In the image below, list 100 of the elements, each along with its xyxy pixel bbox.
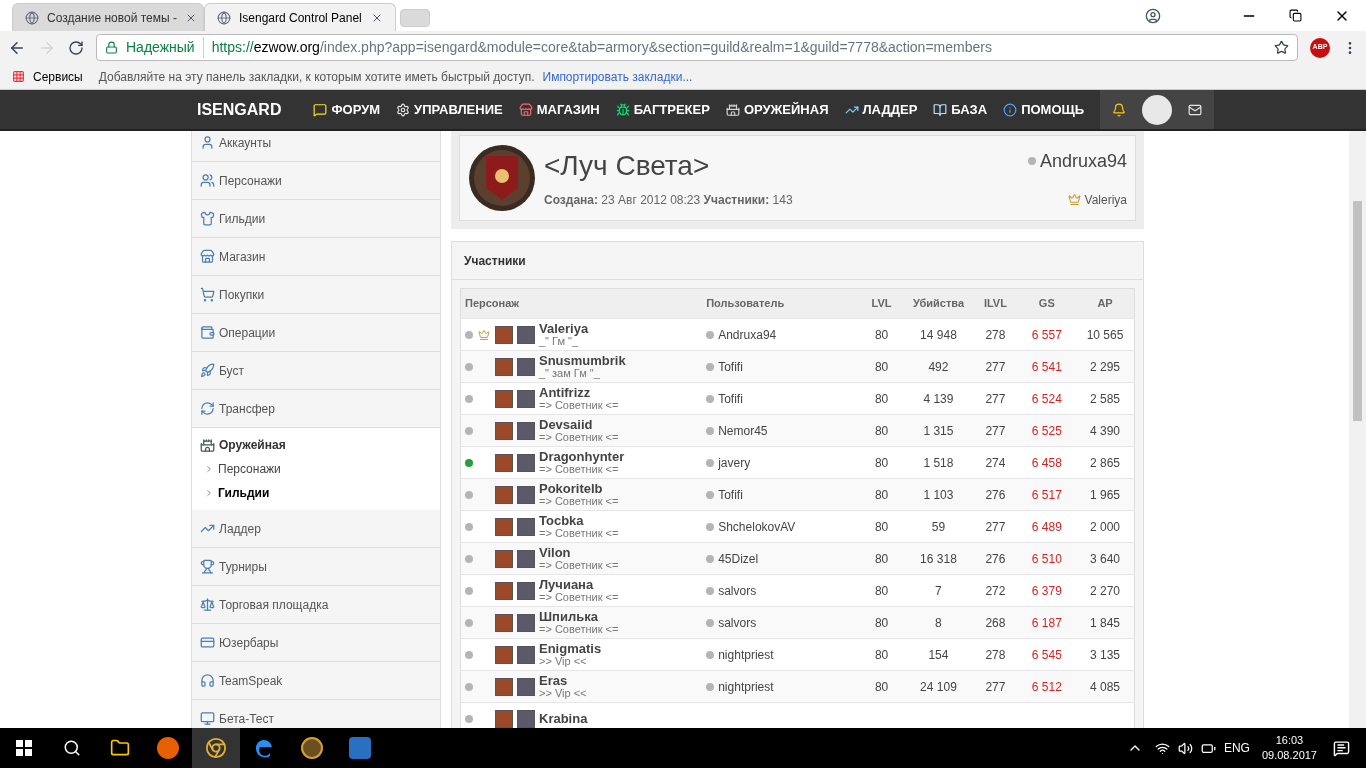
- user-name[interactable]: nightpriest: [718, 645, 774, 664]
- nav-link[interactable]: ПОМОЩЬ: [1003, 99, 1085, 120]
- guild-owner[interactable]: Andruxa94: [1039, 147, 1127, 175]
- reload-icon[interactable]: [68, 39, 84, 56]
- table-cell: 6 489: [1031, 519, 1062, 534]
- sidebar-item[interactable]: Покупки: [191, 276, 441, 314]
- column-header[interactable]: LVL: [859, 288, 904, 319]
- table-cell: 6 187: [1031, 615, 1062, 630]
- sidebar-subitem[interactable]: Персонажи: [200, 460, 432, 478]
- sidebar-item[interactable]: Буст: [191, 352, 441, 390]
- sidebar-item[interactable]: Аккаунты: [191, 131, 441, 162]
- guild-rank: >> Vip <<: [539, 654, 587, 668]
- browser-tab[interactable]: Создание новой темы -: [12, 3, 204, 31]
- import-bookmarks-link[interactable]: Импортировать закладки...: [542, 67, 693, 86]
- character-name[interactable]: Krabina: [539, 712, 588, 725]
- character-name[interactable]: Enigmatis: [539, 641, 602, 655]
- card-icon: [200, 635, 215, 650]
- column-header[interactable]: Персонаж: [460, 288, 703, 319]
- gear-icon: [396, 102, 411, 117]
- character-name[interactable]: Pokoritelb: [539, 481, 619, 495]
- browser-tab[interactable]: Isengard Control Panel: [204, 3, 396, 31]
- bell-icon[interactable]: [1112, 102, 1127, 117]
- nav-link[interactable]: БАГТРЕКЕР: [615, 99, 710, 120]
- chrome-icon[interactable]: [192, 728, 240, 768]
- character-name[interactable]: Шпилька: [539, 609, 619, 623]
- table-cell: 2 585: [1090, 391, 1121, 406]
- table-cell: 278: [985, 647, 1006, 662]
- sidebar-item[interactable]: TeamSpeak: [191, 662, 441, 700]
- scrollbar[interactable]: [1349, 131, 1366, 728]
- sidebar-item[interactable]: Гильдии: [191, 200, 441, 238]
- character-name[interactable]: Devsaiid: [539, 417, 619, 431]
- wifi-icon[interactable]: [1154, 740, 1170, 756]
- castle-icon: [725, 102, 740, 117]
- user-name[interactable]: nightpriest: [718, 677, 774, 696]
- character-name[interactable]: Antifrizz: [539, 385, 619, 399]
- guild-leader[interactable]: Valeriya: [1084, 190, 1127, 209]
- table-cell: 2 295: [1090, 359, 1121, 374]
- column-header[interactable]: GS: [1017, 288, 1077, 319]
- table-cell: 6 517: [1031, 487, 1062, 502]
- user-name[interactable]: Tofifi: [718, 485, 743, 504]
- column-header[interactable]: Убийства: [903, 288, 974, 319]
- user-name[interactable]: Tofifi: [718, 357, 743, 376]
- nav-link[interactable]: ЛАДДЕР: [844, 99, 918, 120]
- user-name[interactable]: 45Dizel: [718, 549, 759, 568]
- user-name[interactable]: Tofifi: [718, 389, 743, 408]
- sidebar-item[interactable]: Бета-Тест: [191, 700, 441, 728]
- nav-link[interactable]: УПРАВЛЕНИЕ: [396, 99, 503, 120]
- sidebar-item[interactable]: Магазин: [191, 238, 441, 276]
- user-name[interactable]: Andruxa94: [718, 325, 777, 344]
- clock-time[interactable]: 16:03: [1275, 733, 1304, 748]
- character-name[interactable]: Eras: [539, 673, 587, 687]
- sidebar-item[interactable]: Операции: [191, 314, 441, 352]
- chevron-icon: [204, 464, 214, 474]
- user-name[interactable]: salvors: [718, 581, 757, 600]
- bug-icon: [615, 102, 630, 117]
- lock-icon: [105, 41, 118, 54]
- table-cell: 80: [874, 423, 889, 438]
- character-name[interactable]: Vilon: [539, 545, 619, 559]
- sidebar-item[interactable]: Турниры: [191, 548, 441, 586]
- sidebar-item[interactable]: Юзербары: [191, 624, 441, 662]
- sidebar-item[interactable]: Персонажи: [191, 162, 441, 200]
- bookmark-star-icon[interactable]: [1274, 40, 1289, 55]
- nav-link[interactable]: МАГАЗИН: [518, 99, 600, 120]
- sidebar-item[interactable]: Трансфер: [191, 390, 441, 428]
- user-name[interactable]: javery: [718, 453, 751, 472]
- column-header[interactable]: Пользователь: [702, 288, 860, 319]
- clock-date[interactable]: 09.08.2017: [1261, 748, 1317, 763]
- apps-link[interactable]: Сервисы: [33, 67, 83, 86]
- character-name[interactable]: Dragonhynter: [539, 449, 625, 463]
- notifications-icon[interactable]: [1333, 739, 1350, 757]
- mail-icon[interactable]: [1188, 102, 1203, 117]
- shirt-icon: [200, 211, 215, 226]
- site-logo[interactable]: ISENGARD: [197, 97, 282, 122]
- character-name[interactable]: Valeriya: [539, 321, 589, 335]
- character-name[interactable]: Лучиана: [539, 577, 619, 591]
- sidebar-item[interactable]: Торговая площадка: [191, 586, 441, 624]
- character-name[interactable]: Tocbka: [539, 513, 619, 527]
- apps-grid-icon[interactable]: [12, 70, 25, 83]
- sidebar-item[interactable]: Оружейная Персонажи Гильдии: [191, 428, 441, 510]
- nav-link[interactable]: ОРУЖЕЙНАЯ: [725, 99, 829, 120]
- guild-emblem-icon: [468, 144, 536, 212]
- user-name[interactable]: Nemor45: [718, 421, 768, 440]
- profile-icon[interactable]: [1145, 7, 1161, 24]
- avatar-icon[interactable]: [1142, 94, 1173, 125]
- table-cell: 80: [874, 327, 889, 342]
- nav-link[interactable]: БАЗА: [933, 99, 988, 120]
- nav-link[interactable]: ФОРУМ: [313, 99, 381, 120]
- restore-icon[interactable]: [1289, 9, 1302, 22]
- column-header[interactable]: AP: [1076, 288, 1135, 319]
- user-name[interactable]: salvors: [718, 613, 757, 632]
- shop-icon: [200, 249, 215, 264]
- address-bar[interactable]: Надежный https://ezwow.org/index.php?app=isengard&module=core&tab=armory&section=guild&realm=1&guild=7778&action=members: [96, 34, 1298, 61]
- speaker-icon[interactable]: [1177, 740, 1193, 756]
- user-name[interactable]: ShchelokovAV: [718, 517, 796, 536]
- sidebar-subitem[interactable]: Гильдии: [200, 484, 432, 502]
- character-name[interactable]: Snusmumbrik: [539, 353, 626, 367]
- sidebar-item[interactable]: Ладдер: [191, 510, 441, 548]
- language-indicator[interactable]: ENG: [1223, 739, 1250, 757]
- column-header[interactable]: ILVL: [973, 288, 1018, 319]
- table-cell: 6 512: [1031, 679, 1062, 694]
